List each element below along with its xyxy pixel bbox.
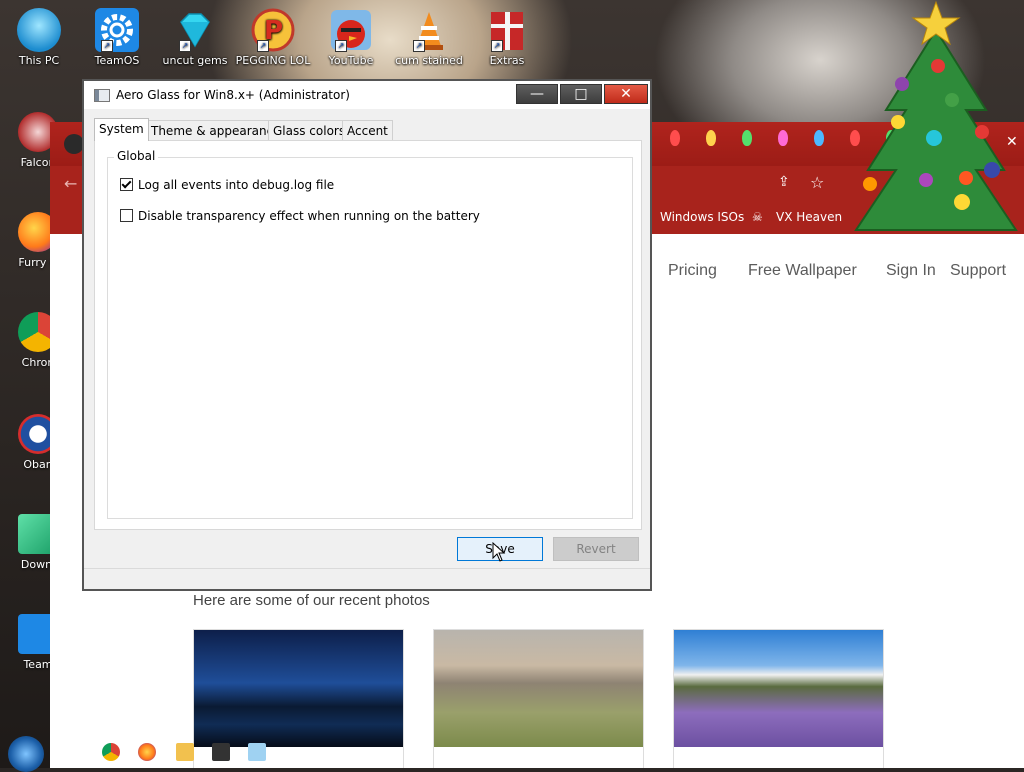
desktop-icon-teamos[interactable]: ↗ TeamOS	[78, 8, 156, 68]
close-button[interactable]: ✕	[604, 84, 648, 104]
window-icon	[94, 89, 110, 102]
desktop-icon-pegging[interactable]: P ↗ PEGGING LOL	[234, 8, 312, 68]
start-orb-icon[interactable]	[8, 736, 44, 772]
photo-lupine-field[interactable]	[673, 629, 884, 749]
tab-glass-colors[interactable]: Glass colors	[268, 120, 351, 140]
christmas-tree-decoration	[854, 0, 1018, 231]
minimize-button[interactable]: —	[516, 84, 558, 104]
diamond-icon: ↗	[173, 8, 217, 52]
mouse-cursor-icon	[492, 542, 506, 562]
tab-accent[interactable]: Accent	[342, 120, 393, 140]
p-logo-icon: P ↗	[251, 8, 295, 52]
star-icon[interactable]: ☆	[810, 173, 824, 192]
system-tab-panel: Global Log all events into debug.log fil…	[94, 140, 642, 530]
gift-box-icon: ↗	[485, 8, 529, 52]
disable-transparency-label: Disable transparency effect when running…	[138, 209, 480, 223]
photo-night-lake[interactable]	[193, 629, 404, 749]
browser-tab-icon[interactable]	[64, 134, 84, 154]
chrome-icon[interactable]	[102, 743, 120, 761]
share-icon[interactable]: ⇪	[778, 174, 790, 190]
desktop-icon-cum-stained[interactable]: ↗ cum stained	[390, 8, 468, 68]
tab-theme-appearance[interactable]: Theme & appearance	[146, 120, 286, 140]
firefox-icon[interactable]	[138, 743, 156, 761]
folder-icon[interactable]	[176, 743, 194, 761]
back-arrow-icon[interactable]: ←	[64, 174, 77, 193]
revert-button[interactable]: Revert	[553, 537, 639, 561]
desktop-icon-this-pc[interactable]: This PC	[0, 8, 78, 68]
option-log-events[interactable]: Log all events into debug.log file	[120, 178, 334, 192]
group-label-global: Global	[114, 149, 159, 163]
bookmark-windows-isos[interactable]: Windows ISOs	[660, 210, 744, 224]
log-events-checkbox[interactable]	[120, 178, 133, 191]
aero-glass-dialog: Aero Glass for Win8.x+ (Administrator) —…	[82, 79, 652, 591]
desktop-icon-extras[interactable]: ↗ Extras	[468, 8, 546, 68]
computer-icon	[17, 8, 61, 52]
taskbar	[90, 736, 290, 768]
tab-system[interactable]: System	[94, 118, 149, 141]
aero-glass-taskbar-icon[interactable]	[248, 743, 266, 761]
recent-photos-heading: Here are some of our recent photos	[193, 592, 430, 609]
photo-mountain-meadow[interactable]	[433, 629, 644, 749]
desktop-icon-youtube[interactable]: ↗ YouTube	[312, 8, 390, 68]
vlc-cone-icon: ↗	[407, 8, 451, 52]
gear-icon: ↗	[95, 8, 139, 52]
maximize-button[interactable]: □	[560, 84, 602, 104]
nav-free-wallpaper[interactable]: Free Wallpaper	[748, 262, 857, 280]
nav-pricing[interactable]: Pricing	[668, 262, 717, 280]
dialog-title: Aero Glass for Win8.x+ (Administrator)	[116, 88, 350, 102]
log-events-label: Log all events into debug.log file	[138, 178, 335, 192]
desktop-icon-uncut-gems[interactable]: ↗ uncut gems	[156, 8, 234, 68]
dialog-titlebar[interactable]: Aero Glass for Win8.x+ (Administrator) —…	[84, 81, 650, 109]
nav-sign-in[interactable]: Sign In	[886, 262, 936, 280]
app-window-icon[interactable]	[212, 743, 230, 761]
skull-icon: ☠	[752, 210, 763, 224]
bookmark-vx-heaven[interactable]: VX Heaven	[776, 210, 842, 224]
disable-transparency-checkbox[interactable]	[120, 209, 133, 222]
global-group: Global Log all events into debug.log fil…	[107, 149, 633, 519]
angry-bird-icon: ↗	[329, 8, 373, 52]
nav-support[interactable]: Support	[950, 262, 1006, 280]
option-disable-transparency[interactable]: Disable transparency effect when running…	[120, 209, 480, 223]
